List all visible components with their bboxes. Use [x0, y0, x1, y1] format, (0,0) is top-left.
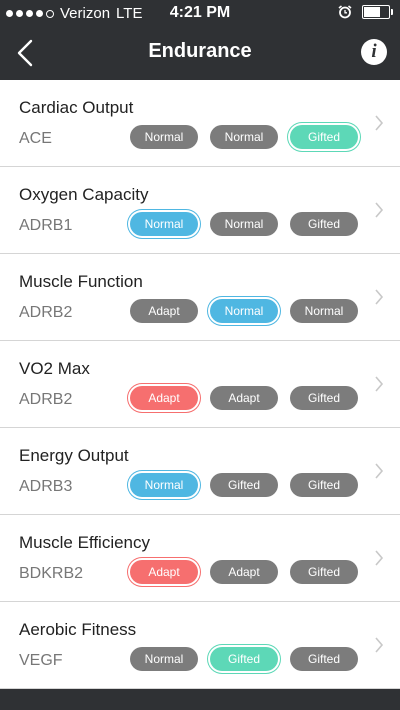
trait-row[interactable]: Energy Output ADRB3 Normal Gifted Gifted: [0, 428, 400, 515]
alarm-clock-icon: [338, 5, 352, 19]
chevron-right-icon: [375, 550, 384, 566]
trait-row[interactable]: Muscle Function ADRB2 Adapt Normal Normal: [0, 254, 400, 341]
genotype-pills: Normal Gifted Gifted: [130, 647, 358, 671]
gene-name: ACE: [19, 130, 52, 147]
trait-title: VO2 Max: [19, 359, 90, 378]
gene-name: ADRB3: [19, 478, 73, 495]
genotype-pill[interactable]: Normal: [290, 299, 358, 323]
chevron-right-icon: [375, 202, 384, 218]
genotype-pill[interactable]: Adapt: [210, 386, 278, 410]
chevron-right-icon: [375, 289, 384, 305]
genotype-pill[interactable]: Adapt: [130, 299, 198, 323]
nav-header: Endurance i: [0, 26, 400, 80]
trait-title: Muscle Efficiency: [19, 533, 151, 552]
status-icons: [338, 5, 393, 19]
genotype-pill[interactable]: Normal: [130, 125, 198, 149]
genotype-pills: Normal Gifted Gifted: [130, 473, 358, 497]
trait-row[interactable]: Cardiac Output ACE Normal Normal Gifted: [0, 80, 400, 167]
genotype-pill-selected[interactable]: Normal: [210, 299, 278, 323]
genotype-pill[interactable]: Gifted: [290, 473, 358, 497]
gene-name: ADRB2: [19, 304, 73, 321]
trait-title: Oxygen Capacity: [19, 185, 149, 204]
genotype-pill-selected[interactable]: Adapt: [130, 560, 198, 584]
chevron-right-icon: [375, 463, 384, 479]
trait-row[interactable]: Aerobic Fitness VEGF Normal Gifted Gifted: [0, 602, 400, 689]
trait-title: Cardiac Output: [19, 98, 134, 117]
genotype-pill[interactable]: Gifted: [290, 386, 358, 410]
trait-title: Energy Output: [19, 446, 129, 465]
gene-name: ADRB1: [19, 217, 73, 234]
genotype-pills: Normal Normal Gifted: [130, 212, 358, 236]
trait-row[interactable]: Muscle Efficiency BDKRB2 Adapt Adapt Gifted: [0, 515, 400, 602]
genotype-pill[interactable]: Gifted: [210, 473, 278, 497]
genotype-pill[interactable]: Normal: [210, 212, 278, 236]
trait-list: Cardiac Output ACE Normal Normal Gifted Oxyge…: [0, 80, 400, 689]
trait-title: Muscle Function: [19, 272, 143, 291]
battery-icon: [362, 5, 393, 19]
genotype-pill-selected[interactable]: Normal: [130, 473, 198, 497]
trait-row[interactable]: VO2 Max ADRB2 Adapt Adapt Gifted: [0, 341, 400, 428]
status-bar: Verizon LTE 4:21 PM: [0, 0, 400, 26]
gene-name: ADRB2: [19, 391, 73, 408]
genotype-pill[interactable]: Adapt: [210, 560, 278, 584]
trait-title: Aerobic Fitness: [19, 620, 137, 639]
chevron-right-icon: [375, 637, 384, 653]
genotype-pills: Normal Normal Gifted: [130, 125, 358, 149]
genotype-pills: Adapt Normal Normal: [130, 299, 358, 323]
trait-row[interactable]: Oxygen Capacity ADRB1 Normal Normal Gifted: [0, 167, 400, 254]
info-icon[interactable]: i: [361, 39, 387, 65]
gene-name: BDKRB2: [19, 565, 84, 582]
bottom-bar: [0, 696, 400, 710]
genotype-pill-selected[interactable]: Normal: [130, 212, 198, 236]
genotype-pill[interactable]: Gifted: [290, 647, 358, 671]
genotype-pill-selected[interactable]: Gifted: [210, 647, 278, 671]
chevron-right-icon: [375, 376, 384, 392]
page-title: Endurance: [148, 40, 252, 62]
genotype-pills: Adapt Adapt Gifted: [130, 560, 358, 584]
genotype-pill[interactable]: Normal: [130, 647, 198, 671]
genotype-pill[interactable]: Gifted: [290, 560, 358, 584]
gene-name: VEGF: [19, 652, 63, 669]
genotype-pill[interactable]: Gifted: [290, 212, 358, 236]
genotype-pill-selected[interactable]: Gifted: [290, 125, 358, 149]
genotype-pill-selected[interactable]: Adapt: [130, 386, 198, 410]
chevron-right-icon: [375, 115, 384, 131]
genotype-pills: Adapt Adapt Gifted: [130, 386, 358, 410]
genotype-pill[interactable]: Normal: [210, 125, 278, 149]
